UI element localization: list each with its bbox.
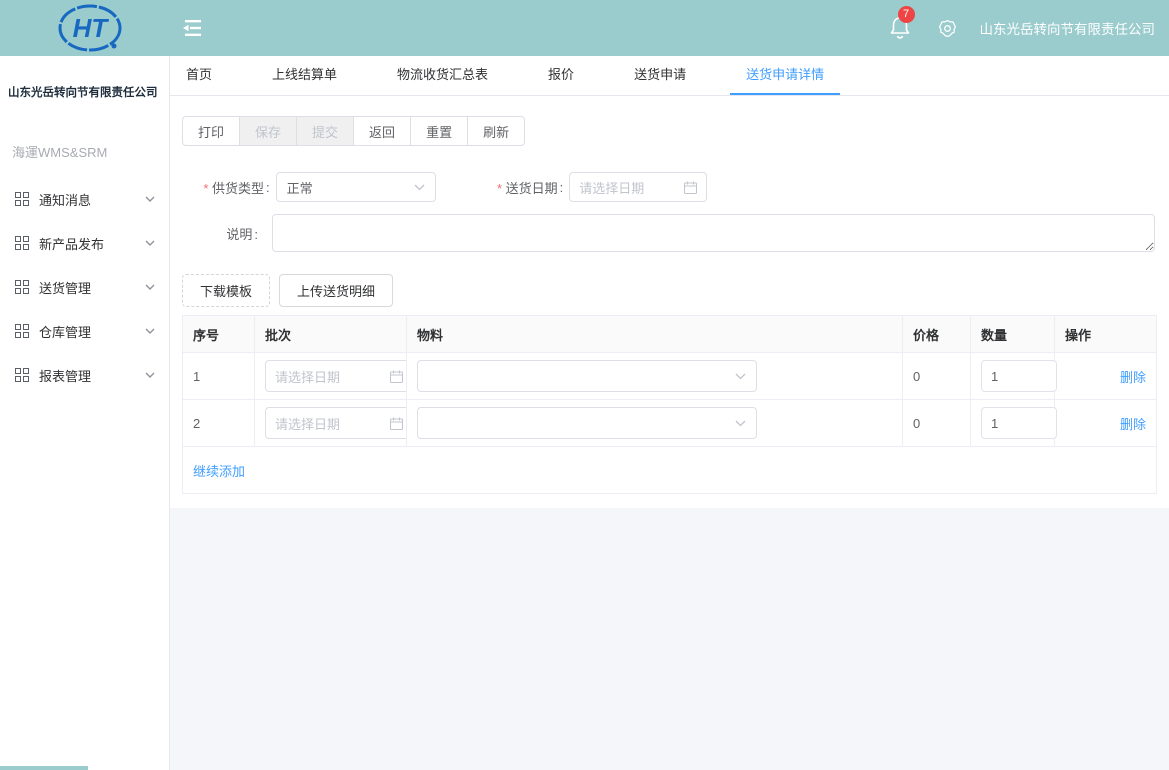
tab-bar: 首页 上线结算单 物流收货汇总表 报价 送货申请 送货申请详情 [170, 56, 1169, 96]
table-header-row: 序号 批次 物料 价格 数量 操作 [183, 316, 1157, 353]
sidebar-item-label: 新产品发布 [39, 234, 145, 253]
upload-actions-row: 下载模板 上传送货明细 [182, 274, 1157, 307]
col-price: 价格 [903, 316, 971, 353]
row-index: 2 [183, 400, 255, 447]
reset-button[interactable]: 重置 [410, 116, 468, 146]
tab-delivery-request-detail[interactable]: 送货申请详情 [730, 55, 840, 95]
calendar-icon [390, 417, 403, 430]
select-arrow-icon [735, 373, 746, 380]
row-price: 0 [903, 353, 971, 400]
download-template-button[interactable]: 下载模板 [182, 274, 270, 307]
remark-label: 说明: [182, 224, 264, 243]
notification-bell-icon[interactable]: 7 [889, 15, 913, 41]
sidebar: 山东光岳转向节有限责任公司 海運WMS&SRM 通知消息 新产品发布 送货管理 … [0, 56, 170, 770]
col-quantity: 数量 [971, 316, 1055, 353]
settings-gear-icon[interactable] [937, 18, 958, 39]
remark-textarea[interactable] [272, 214, 1155, 252]
select-arrow-icon [735, 420, 746, 427]
grid-icon [15, 236, 29, 250]
col-operation: 操作 [1055, 316, 1157, 353]
label-colon: : [560, 180, 564, 195]
sidebar-item-label: 通知消息 [39, 190, 145, 209]
sidebar-item-new-product[interactable]: 新产品发布 [0, 221, 169, 265]
material-select[interactable] [417, 360, 757, 392]
material-select[interactable] [417, 407, 757, 439]
batch-date-picker[interactable]: 请选择日期 [265, 360, 413, 392]
submit-button[interactable]: 提交 [296, 116, 354, 146]
delivery-date-label: 送货日期 [446, 178, 558, 197]
batch-date-placeholder: 请选择日期 [275, 414, 340, 433]
svg-text:HT: HT [73, 13, 110, 43]
top-header-bar: HT 7 山东光岳转向节有限责任公司 [0, 0, 1169, 56]
batch-date-placeholder: 请选择日期 [275, 367, 340, 386]
delete-row-link[interactable]: 删除 [1120, 370, 1146, 385]
grid-icon [15, 192, 29, 206]
chevron-down-icon [145, 328, 155, 335]
main-area: 首页 上线结算单 物流收货汇总表 报价 送货申请 送货申请详情 打印 保存 提交… [170, 56, 1169, 770]
form-row-main: 供货类型 : 正常 送货日期 : 请选择日期 [182, 172, 1157, 202]
sidebar-item-report-mgmt[interactable]: 报表管理 [0, 353, 169, 397]
grid-icon [15, 280, 29, 294]
delivery-date-placeholder: 请选择日期 [579, 178, 644, 197]
table-row: 2 请选择日期 0 [183, 400, 1157, 447]
add-more-link[interactable]: 继续添加 [193, 464, 245, 479]
col-index: 序号 [183, 316, 255, 353]
form-row-remark: 说明: [182, 214, 1157, 252]
sidebar-item-warehouse-mgmt[interactable]: 仓库管理 [0, 309, 169, 353]
grid-icon [15, 324, 29, 338]
save-button[interactable]: 保存 [239, 116, 297, 146]
calendar-icon [684, 181, 697, 194]
content-background-filler [170, 508, 1169, 770]
quantity-input[interactable] [981, 407, 1057, 439]
sidebar-item-label: 送货管理 [39, 278, 145, 297]
delete-row-link[interactable]: 删除 [1120, 417, 1146, 432]
calendar-icon [390, 370, 403, 383]
delivery-date-picker[interactable]: 请选择日期 [569, 172, 707, 202]
col-material: 物料 [407, 316, 903, 353]
tab-quotation[interactable]: 报价 [532, 55, 590, 95]
upload-delivery-detail-button[interactable]: 上传送货明细 [279, 274, 393, 307]
sidebar-item-label: 仓库管理 [39, 322, 145, 341]
sidebar-item-delivery-mgmt[interactable]: 送货管理 [0, 265, 169, 309]
print-button[interactable]: 打印 [182, 116, 240, 146]
table-row: 1 请选择日期 0 [183, 353, 1157, 400]
chevron-down-icon [145, 284, 155, 291]
tab-logistics-receipt-summary[interactable]: 物流收货汇总表 [381, 55, 504, 95]
back-button[interactable]: 返回 [353, 116, 411, 146]
header-company-name: 山东光岳转向节有限责任公司 [980, 18, 1156, 38]
page-content: 打印 保存 提交 返回 重置 刷新 供货类型 : 正常 送货日期 : 请选择日期 [170, 96, 1169, 508]
refresh-button[interactable]: 刷新 [467, 116, 525, 146]
menu-fold-icon[interactable] [181, 19, 203, 40]
company-logo: HT [57, 2, 123, 57]
chevron-down-icon [145, 240, 155, 247]
select-arrow-icon [414, 184, 425, 191]
supply-type-label: 供货类型 [182, 178, 264, 197]
toolbar-button-group: 打印 保存 提交 返回 重置 刷新 [182, 116, 525, 146]
label-colon: : [266, 180, 270, 195]
sidebar-item-notifications[interactable]: 通知消息 [0, 177, 169, 221]
chevron-down-icon [145, 372, 155, 379]
row-price: 0 [903, 400, 971, 447]
supply-type-select[interactable]: 正常 [276, 172, 436, 202]
chevron-down-icon [145, 196, 155, 203]
notification-badge: 7 [898, 6, 915, 23]
batch-date-picker[interactable]: 请选择日期 [265, 407, 413, 439]
row-index: 1 [183, 353, 255, 400]
sidebar-menu: 通知消息 新产品发布 送货管理 仓库管理 报表管理 [0, 177, 169, 397]
tab-home[interactable]: 首页 [170, 55, 228, 95]
quantity-input[interactable] [981, 360, 1057, 392]
col-batch: 批次 [255, 316, 407, 353]
tab-delivery-request[interactable]: 送货申请 [618, 55, 702, 95]
supply-type-value: 正常 [287, 178, 313, 197]
delivery-detail-table: 序号 批次 物料 价格 数量 操作 1 请选择日期 [182, 315, 1157, 494]
sidebar-item-label: 报表管理 [39, 366, 145, 385]
tab-online-settlement[interactable]: 上线结算单 [256, 55, 353, 95]
sidebar-company-title: 山东光岳转向节有限责任公司 [0, 56, 169, 100]
bottom-scrollbar-sliver [0, 766, 88, 770]
sidebar-system-label: 海運WMS&SRM [12, 142, 169, 161]
table-footer-row: 继续添加 [183, 447, 1157, 494]
grid-icon [15, 368, 29, 382]
